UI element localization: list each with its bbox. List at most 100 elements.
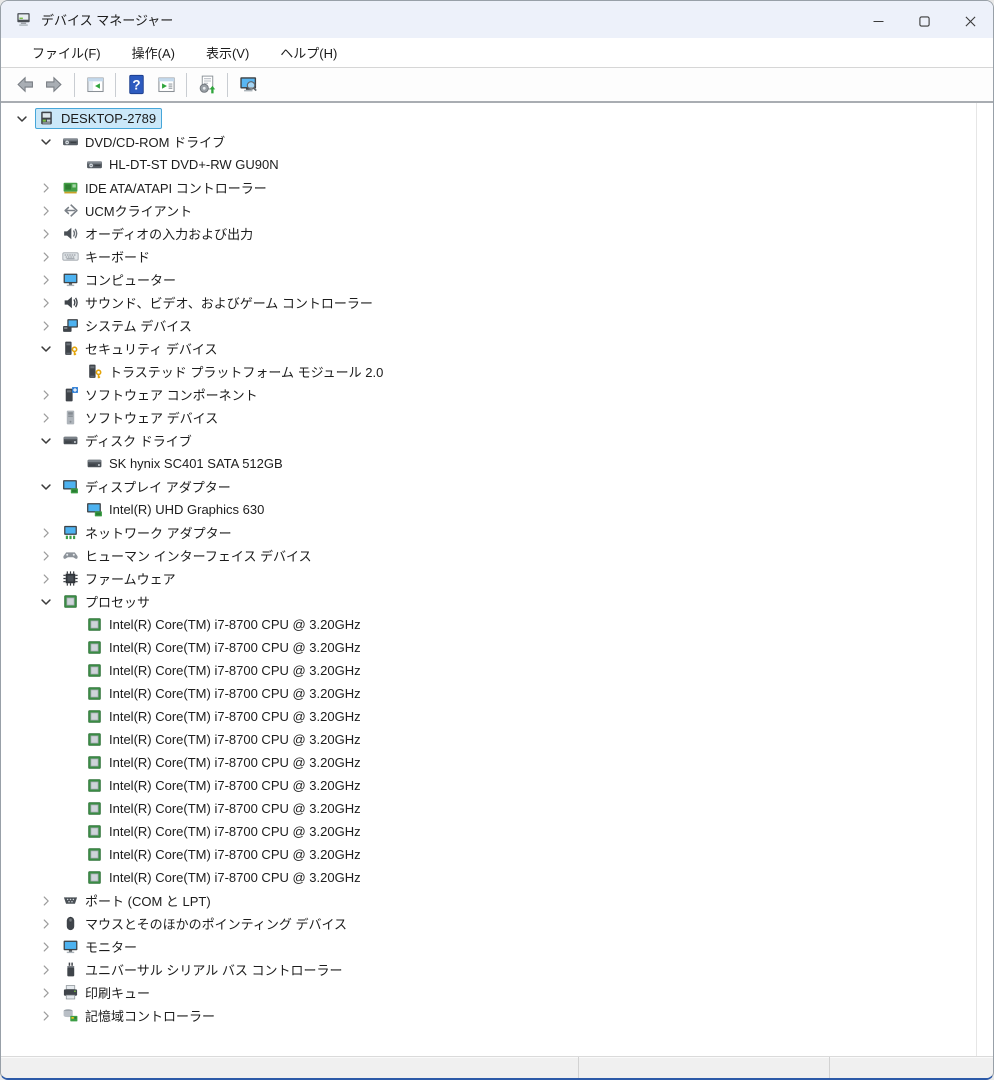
minimize-button[interactable] bbox=[855, 1, 901, 38]
tree-item-sound-video-game[interactable]: サウンド、ビデオ、およびゲーム コントローラー bbox=[1, 291, 993, 314]
tree-item-ide-ata-atapi-controllers[interactable]: IDE ATA/ATAPI コントローラー bbox=[1, 176, 993, 199]
menu-help[interactable]: ヘルプ(H) bbox=[269, 38, 348, 67]
expander-collapsed[interactable] bbox=[33, 268, 59, 291]
expander-collapsed[interactable] bbox=[33, 199, 59, 222]
tree-item-cpu-1[interactable]: Intel(R) Core(TM) i7-8700 CPU @ 3.20GHz bbox=[1, 636, 993, 659]
show-console-tree-icon bbox=[85, 74, 106, 95]
tree-item-desktop-2789[interactable]: DESKTOP-2789 bbox=[1, 107, 993, 130]
tree-item-storage-controllers[interactable]: 記憶域コントローラー bbox=[1, 1004, 993, 1027]
tree-item-monitors[interactable]: モニター bbox=[1, 935, 993, 958]
tree-item-label: DVD/CD-ROM ドライブ bbox=[85, 135, 226, 150]
scan-hardware-changes-button[interactable] bbox=[233, 71, 263, 99]
tree-item-cpu-2[interactable]: Intel(R) Core(TM) i7-8700 CPU @ 3.20GHz bbox=[1, 659, 993, 682]
processor-icon bbox=[86, 823, 103, 840]
expander-collapsed[interactable] bbox=[33, 521, 59, 544]
tree-item-cpu-8[interactable]: Intel(R) Core(TM) i7-8700 CPU @ 3.20GHz bbox=[1, 797, 993, 820]
tree-item-cpu-0[interactable]: Intel(R) Core(TM) i7-8700 CPU @ 3.20GHz bbox=[1, 613, 993, 636]
tree-item-cpu-3[interactable]: Intel(R) Core(TM) i7-8700 CPU @ 3.20GHz bbox=[1, 682, 993, 705]
tree-item-audio-inputs-outputs[interactable]: オーディオの入力および出力 bbox=[1, 222, 993, 245]
close-button[interactable] bbox=[947, 1, 993, 38]
tree-item-ports-com-lpt[interactable]: ポート (COM と LPT) bbox=[1, 889, 993, 912]
help-button[interactable]: ? bbox=[121, 71, 151, 99]
tree-item-cpu-4[interactable]: Intel(R) Core(TM) i7-8700 CPU @ 3.20GHz bbox=[1, 705, 993, 728]
tree-item-content: SK hynix SC401 SATA 512GB bbox=[83, 453, 289, 474]
back-button[interactable] bbox=[9, 71, 39, 99]
tree-item-usb-controllers[interactable]: ユニバーサル シリアル バス コントローラー bbox=[1, 958, 993, 981]
tree-item-processors[interactable]: プロセッサ bbox=[1, 590, 993, 613]
tree-item-intel-uhd-graphics-630[interactable]: Intel(R) UHD Graphics 630 bbox=[1, 498, 993, 521]
expander-collapsed[interactable] bbox=[33, 1004, 59, 1027]
tree-item-human-interface-devices[interactable]: ヒューマン インターフェイス デバイス bbox=[1, 544, 993, 567]
expander-expanded[interactable] bbox=[33, 475, 59, 498]
menu-file[interactable]: ファイル(F) bbox=[21, 38, 112, 67]
expander-expanded[interactable] bbox=[33, 130, 59, 153]
tree-item-hl-dt-st-dvd-rw-gu90n[interactable]: HL-DT-ST DVD+-RW GU90N bbox=[1, 153, 993, 176]
expander-collapsed[interactable] bbox=[33, 958, 59, 981]
tree-item-tpm-2-0[interactable]: トラステッド プラットフォーム モジュール 2.0 bbox=[1, 360, 993, 383]
tree-item-label: ディスプレイ アダプター bbox=[85, 480, 231, 495]
tree-item-software-components[interactable]: ソフトウェア コンポーネント bbox=[1, 383, 993, 406]
tree-item-software-devices[interactable]: ソフトウェア デバイス bbox=[1, 406, 993, 429]
expander-collapsed[interactable] bbox=[33, 889, 59, 912]
expander-collapsed[interactable] bbox=[33, 176, 59, 199]
menu-action[interactable]: 操作(A) bbox=[121, 38, 186, 67]
tree-item-cpu-7[interactable]: Intel(R) Core(TM) i7-8700 CPU @ 3.20GHz bbox=[1, 774, 993, 797]
expander-collapsed[interactable] bbox=[33, 383, 59, 406]
expander-expanded[interactable] bbox=[33, 337, 59, 360]
ide-controller-icon bbox=[62, 179, 79, 196]
expander-collapsed[interactable] bbox=[33, 567, 59, 590]
tree-item-label: プロセッサ bbox=[85, 595, 151, 610]
expander-collapsed[interactable] bbox=[33, 544, 59, 567]
properties-button[interactable] bbox=[151, 71, 181, 99]
expander-collapsed[interactable] bbox=[33, 935, 59, 958]
tree-item-system-devices[interactable]: システム デバイス bbox=[1, 314, 993, 337]
tree-item-display-adapters[interactable]: ディスプレイ アダプター bbox=[1, 475, 993, 498]
tree-item-content: マウスとそのほかのポインティング デバイス bbox=[59, 912, 353, 935]
processor-icon bbox=[86, 685, 103, 702]
system-device-icon bbox=[62, 317, 79, 334]
menu-view[interactable]: 表示(V) bbox=[195, 38, 260, 67]
show-console-tree-button[interactable] bbox=[80, 71, 110, 99]
expander-collapsed[interactable] bbox=[33, 981, 59, 1004]
tree-item-security-devices[interactable]: セキュリティ デバイス bbox=[1, 337, 993, 360]
expander-collapsed[interactable] bbox=[33, 291, 59, 314]
tree-item-cpu-11[interactable]: Intel(R) Core(TM) i7-8700 CPU @ 3.20GHz bbox=[1, 866, 993, 889]
tree-item-network-adapters[interactable]: ネットワーク アダプター bbox=[1, 521, 993, 544]
scrollbar-track[interactable] bbox=[976, 103, 993, 1056]
tree-item-content: Intel(R) Core(TM) i7-8700 CPU @ 3.20GHz bbox=[83, 775, 367, 796]
tree-item-disk-drives[interactable]: ディスク ドライブ bbox=[1, 429, 993, 452]
tree-item-keyboards[interactable]: キーボード bbox=[1, 245, 993, 268]
expander-expanded[interactable] bbox=[33, 590, 59, 613]
tree-item-cpu-9[interactable]: Intel(R) Core(TM) i7-8700 CPU @ 3.20GHz bbox=[1, 820, 993, 843]
tree-item-cpu-6[interactable]: Intel(R) Core(TM) i7-8700 CPU @ 3.20GHz bbox=[1, 751, 993, 774]
tree-item-ucm-clients[interactable]: UCMクライアント bbox=[1, 199, 993, 222]
expander-collapsed[interactable] bbox=[33, 406, 59, 429]
expander-expanded[interactable] bbox=[9, 107, 35, 130]
tree-item-dvd-cd-rom-drives[interactable]: DVD/CD-ROM ドライブ bbox=[1, 130, 993, 153]
tree-item-content: Intel(R) Core(TM) i7-8700 CPU @ 3.20GHz bbox=[83, 637, 367, 658]
forward-button[interactable] bbox=[39, 71, 69, 99]
expander-collapsed[interactable] bbox=[33, 912, 59, 935]
tree-item-label: 記憶域コントローラー bbox=[85, 1009, 216, 1024]
tree-item-label: モニター bbox=[85, 940, 138, 955]
tree-item-cpu-5[interactable]: Intel(R) Core(TM) i7-8700 CPU @ 3.20GHz bbox=[1, 728, 993, 751]
processor-icon bbox=[86, 777, 103, 794]
tree-item-sk-hynix-sc401[interactable]: SK hynix SC401 SATA 512GB bbox=[1, 452, 993, 475]
maximize-button[interactable] bbox=[901, 1, 947, 38]
keyboard-icon bbox=[62, 248, 79, 265]
tree-item-firmware[interactable]: ファームウェア bbox=[1, 567, 993, 590]
tree-item-label: ソフトウェア デバイス bbox=[85, 411, 219, 426]
expander-collapsed[interactable] bbox=[33, 222, 59, 245]
tree-item-content: トラステッド プラットフォーム モジュール 2.0 bbox=[83, 360, 389, 383]
expander-collapsed[interactable] bbox=[33, 314, 59, 337]
expander-expanded[interactable] bbox=[33, 429, 59, 452]
tree-item-computer[interactable]: コンピューター bbox=[1, 268, 993, 291]
serial-port-icon bbox=[62, 892, 79, 909]
update-driver-button[interactable] bbox=[192, 71, 222, 99]
tree-item-print-queues[interactable]: 印刷キュー bbox=[1, 981, 993, 1004]
tree-item-mice-pointing-devices[interactable]: マウスとそのほかのポインティング デバイス bbox=[1, 912, 993, 935]
tree-item-label: ソフトウェア コンポーネント bbox=[85, 388, 258, 403]
tree-item-cpu-10[interactable]: Intel(R) Core(TM) i7-8700 CPU @ 3.20GHz bbox=[1, 843, 993, 866]
expander-collapsed[interactable] bbox=[33, 245, 59, 268]
